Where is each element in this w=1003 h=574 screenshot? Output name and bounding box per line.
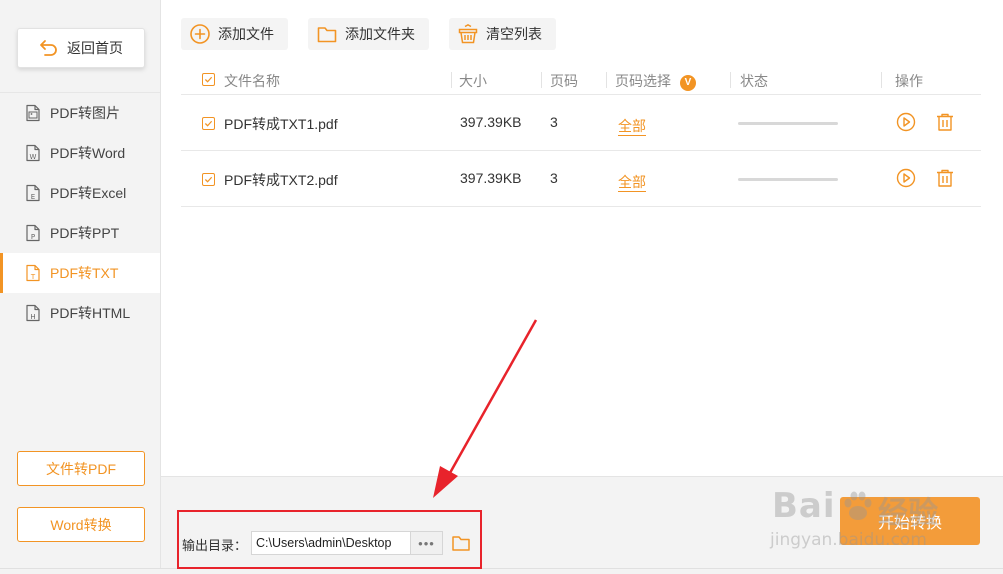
col-status: 状态 (740, 73, 768, 89)
sidebar-item-0[interactable]: PDF转图片 (0, 93, 160, 133)
svg-text:W: W (30, 153, 37, 161)
page-select-dropdown-icon[interactable]: V (680, 74, 696, 91)
sidebar-item-label: PDF转图片 (50, 105, 120, 121)
file-name: PDF转成TXT1.pdf (224, 116, 338, 132)
check-icon (204, 176, 213, 183)
table-row: PDF转成TXT1.pdf 397.39KB 3 全部 (181, 95, 981, 151)
table-header: 文件名称 大小 页码 页码选择 V 状态 操作 (181, 64, 981, 95)
add-file-button[interactable]: 添加文件 (181, 18, 288, 50)
col-page-select-label: 页码选择 (615, 73, 671, 89)
highlight-box (177, 510, 482, 569)
plus-circle-icon (190, 24, 210, 44)
svg-text:T: T (30, 273, 36, 281)
page-count: 3 (550, 170, 558, 186)
basket-icon (458, 23, 478, 44)
sidebar-item-label: PDF转TXT (50, 265, 119, 281)
start-convert-button[interactable]: 开始转换 (840, 497, 980, 545)
excel-file-icon: E (26, 184, 40, 202)
sidebar-nav: PDF转图片 W PDF转Word E PDF转Excel P PDF转PPT T PDF转TX… (0, 92, 160, 333)
status-progress-bar (738, 178, 838, 181)
add-folder-label: 添加文件夹 (345, 26, 415, 42)
trash-icon[interactable] (935, 168, 955, 188)
file-size: 397.39KB (460, 114, 522, 130)
status-progress-bar (738, 122, 838, 125)
word-convert-button[interactable]: Word转换 (17, 507, 145, 542)
file-to-pdf-button[interactable]: 文件转PDF (17, 451, 145, 486)
sidebar-item-5[interactable]: H PDF转HTML (0, 293, 160, 333)
row-checkbox[interactable] (202, 173, 215, 186)
html-file-icon: H (26, 304, 40, 322)
sidebar-item-2[interactable]: E PDF转Excel (0, 173, 160, 213)
col-pages: 页码 (550, 73, 578, 89)
col-page-select: 页码选择 V (615, 71, 696, 91)
sidebar-item-label: PDF转PPT (50, 225, 120, 241)
sidebar-item-4[interactable]: T PDF转TXT (0, 253, 160, 293)
sidebar-item-3[interactable]: P PDF转PPT (0, 213, 160, 253)
word-file-icon: W (26, 144, 40, 162)
page-count: 3 (550, 114, 558, 130)
play-icon[interactable] (896, 112, 916, 132)
sidebar-item-1[interactable]: W PDF转Word (0, 133, 160, 173)
txt-file-icon: T (26, 264, 40, 282)
toolbar: 添加文件 添加文件夹 清空列表 (181, 18, 556, 50)
svg-text:E: E (31, 193, 35, 201)
back-home-label: 返回首页 (67, 40, 123, 56)
col-size: 大小 (459, 73, 487, 89)
ppt-file-icon: P (26, 224, 40, 242)
back-home-button[interactable]: 返回首页 (17, 28, 145, 68)
add-folder-button[interactable]: 添加文件夹 (308, 18, 429, 50)
page-select-link[interactable]: 全部 (618, 116, 646, 136)
play-icon[interactable] (896, 168, 916, 188)
sidebar-item-label: PDF转Excel (50, 185, 127, 201)
svg-text:H: H (30, 313, 35, 321)
file-size: 397.39KB (460, 170, 522, 186)
sidebar-item-label: PDF转HTML (50, 305, 131, 321)
file-name: PDF转成TXT2.pdf (224, 172, 338, 188)
select-all-checkbox[interactable] (202, 73, 215, 86)
file-table: 文件名称 大小 页码 页码选择 V 状态 操作 PDF转成TXT1.pdf 397.… (181, 64, 981, 207)
image-file-icon (26, 104, 40, 122)
clear-list-label: 清空列表 (486, 26, 542, 42)
check-icon (204, 120, 213, 127)
sidebar-item-label: PDF转Word (50, 145, 126, 161)
back-arrow-icon (40, 40, 57, 56)
table-row: PDF转成TXT2.pdf 397.39KB 3 全部 (181, 151, 981, 207)
col-file-name: 文件名称 (224, 73, 280, 89)
folder-icon (317, 27, 337, 43)
row-checkbox[interactable] (202, 117, 215, 130)
sidebar: 返回首页 PDF转图片 W PDF转Word E PDF转Excel P PDF转PPT T P… (0, 0, 161, 574)
trash-icon[interactable] (935, 112, 955, 132)
svg-text:P: P (31, 233, 35, 241)
page-select-link[interactable]: 全部 (618, 172, 646, 192)
window-bottom-edge (0, 568, 1003, 574)
col-actions: 操作 (895, 73, 923, 89)
add-file-label: 添加文件 (218, 26, 274, 42)
check-icon (204, 76, 213, 83)
clear-list-button[interactable]: 清空列表 (449, 18, 556, 50)
